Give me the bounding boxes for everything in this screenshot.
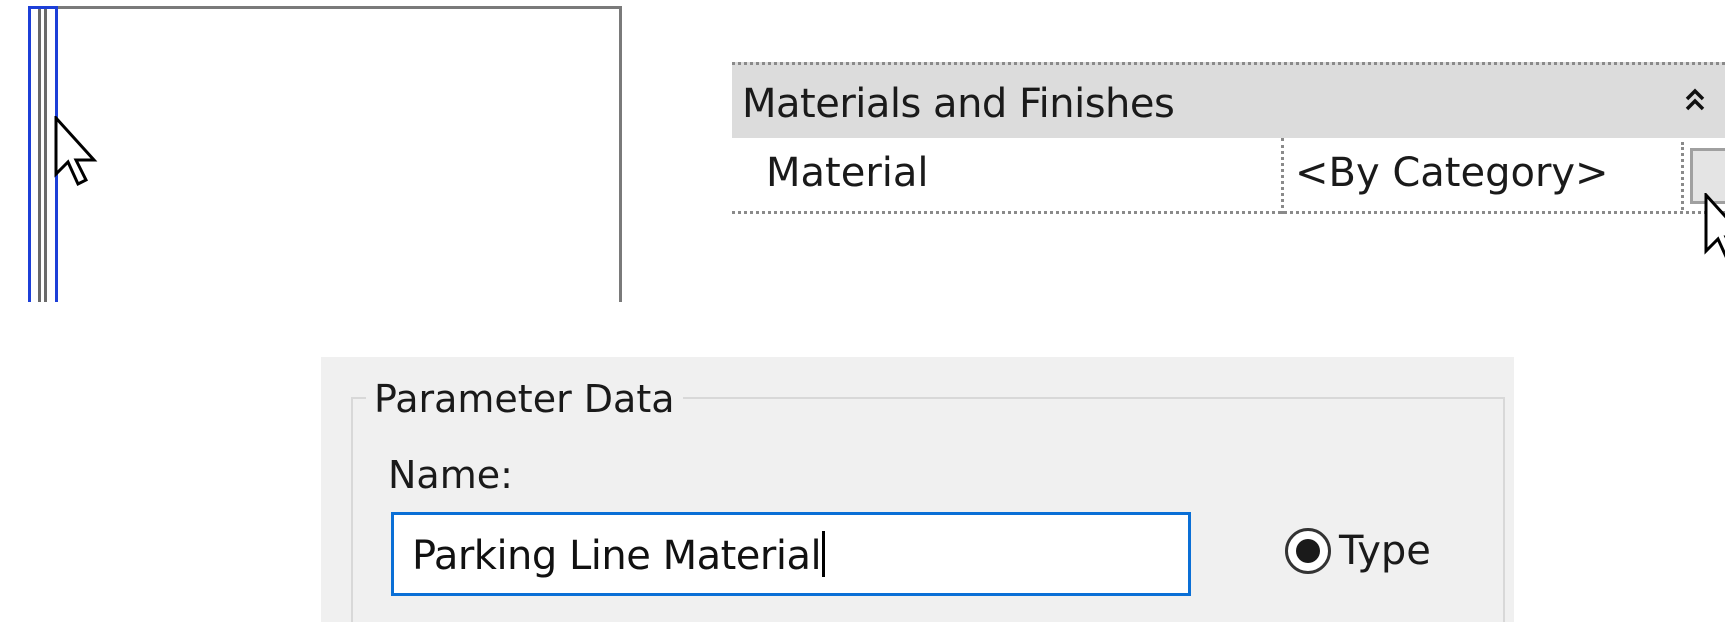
property-name: Material [766, 150, 929, 196]
property-value[interactable]: <By Category> [1295, 150, 1609, 196]
mouse-pointer-icon [1704, 191, 1725, 269]
radio-button[interactable] [1285, 528, 1331, 574]
name-label: Name: [388, 453, 513, 497]
wall-line [44, 9, 47, 302]
type-radio[interactable]: Type [1285, 528, 1431, 574]
mouse-pointer-icon [54, 114, 100, 192]
type-radio-label: Type [1339, 528, 1431, 574]
properties-group-header[interactable]: Materials and Finishes [732, 62, 1725, 138]
screenshot-stage: Materials and Finishes Material <By Cate… [0, 0, 1725, 622]
properties-palette: Materials and Finishes Material <By Cate… [732, 62, 1725, 214]
collapse-chevrons-icon[interactable] [1680, 85, 1710, 115]
radio-selected-dot [1296, 539, 1320, 563]
groupbox-title: Parameter Data [366, 377, 683, 421]
parameter-properties-dialog: Parameter Data Name: Parking Line Materi… [321, 357, 1514, 622]
column-divider [1281, 138, 1284, 214]
wall-line [38, 9, 41, 302]
text-caret [822, 531, 826, 577]
name-input-value: Parking Line Material [412, 531, 826, 579]
group-header-label: Materials and Finishes [742, 81, 1175, 127]
name-input[interactable]: Parking Line Material [391, 512, 1191, 596]
property-row-material[interactable]: Material <By Category> [732, 138, 1725, 214]
drawing-canvas-region[interactable] [28, 6, 622, 302]
